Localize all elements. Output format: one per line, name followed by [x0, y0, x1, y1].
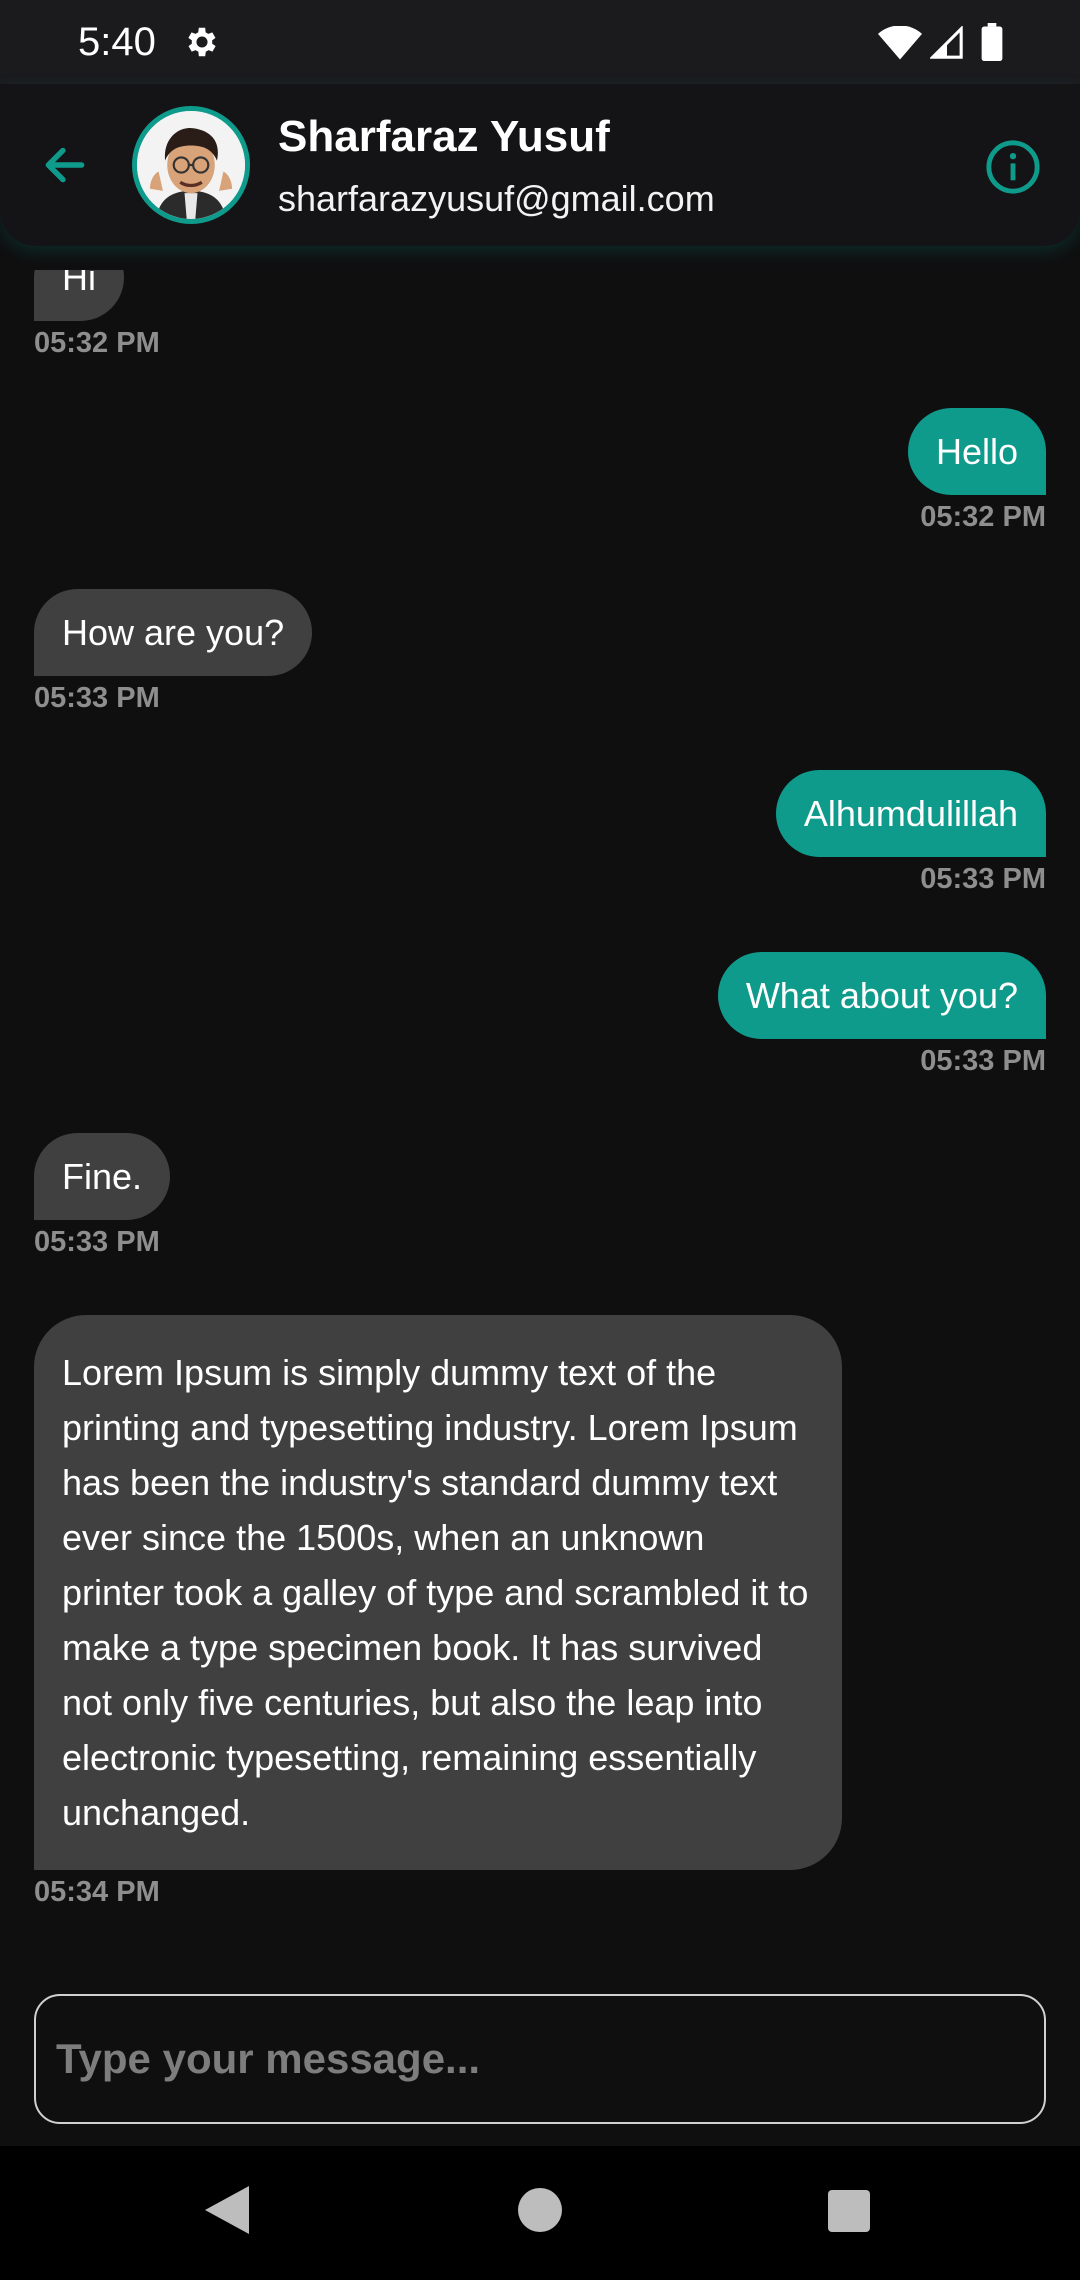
wifi-icon	[878, 26, 922, 60]
message-bubble[interactable]: Lorem Ipsum is simply dummy text of the …	[34, 1315, 842, 1870]
message-bubble[interactable]: Alhumdulillah	[775, 770, 1046, 857]
settings-gear-icon	[188, 27, 216, 57]
message-time: 05:32 PM	[34, 327, 160, 359]
message-time: 05:34 PM	[34, 1876, 160, 1908]
message-received[interactable]: Lorem Ipsum is simply dummy text of the …	[34, 1315, 842, 1909]
message-received[interactable]: Fine. 05:33 PM	[34, 1133, 171, 1259]
message-bubble[interactable]: What about you?	[717, 952, 1046, 1039]
back-arrow-icon[interactable]	[40, 140, 90, 190]
status-time: 5:40	[78, 20, 156, 64]
chat-header: Sharfaraz Yusuf sharfarazyusuf@gmail.com	[0, 84, 1080, 246]
signal-icon	[930, 26, 963, 59]
message-bubble[interactable]: Fine.	[34, 1133, 171, 1220]
nav-recents-icon[interactable]	[828, 2190, 870, 2232]
message-time: 05:32 PM	[920, 501, 1046, 533]
nav-home-icon[interactable]	[518, 2188, 562, 2232]
status-bar: 5:40	[0, 0, 1080, 84]
message-received[interactable]: Hi 05:32 PM	[34, 270, 160, 360]
message-time: 05:33 PM	[920, 863, 1046, 895]
avatar[interactable]	[132, 106, 250, 224]
message-sent[interactable]: What about you? 05:33 PM	[717, 952, 1046, 1078]
nav-back-icon[interactable]	[205, 2186, 249, 2234]
message-sent[interactable]: Hello 05:32 PM	[907, 408, 1046, 534]
message-time: 05:33 PM	[920, 1045, 1046, 1077]
contact-name: Sharfaraz Yusuf	[278, 112, 610, 161]
message-time: 05:33 PM	[34, 1226, 160, 1258]
message-received[interactable]: How are you? 05:33 PM	[34, 589, 313, 715]
message-sent[interactable]: Alhumdulillah 05:33 PM	[775, 770, 1046, 896]
message-bubble[interactable]: Hi	[34, 270, 124, 321]
message-list[interactable]: Hi 05:32 PM Hello 05:32 PM How are you? …	[0, 270, 1080, 1960]
message-input[interactable]	[34, 1994, 1046, 2124]
avatar-memoji-image	[137, 111, 245, 219]
message-time: 05:33 PM	[34, 682, 160, 714]
info-icon[interactable]	[984, 138, 1042, 196]
system-nav-bar	[0, 2146, 1080, 2280]
contact-email: sharfarazyusuf@gmail.com	[278, 178, 715, 219]
message-bubble[interactable]: Hello	[907, 408, 1046, 495]
message-bubble[interactable]: How are you?	[34, 589, 313, 676]
battery-icon	[981, 23, 1003, 61]
